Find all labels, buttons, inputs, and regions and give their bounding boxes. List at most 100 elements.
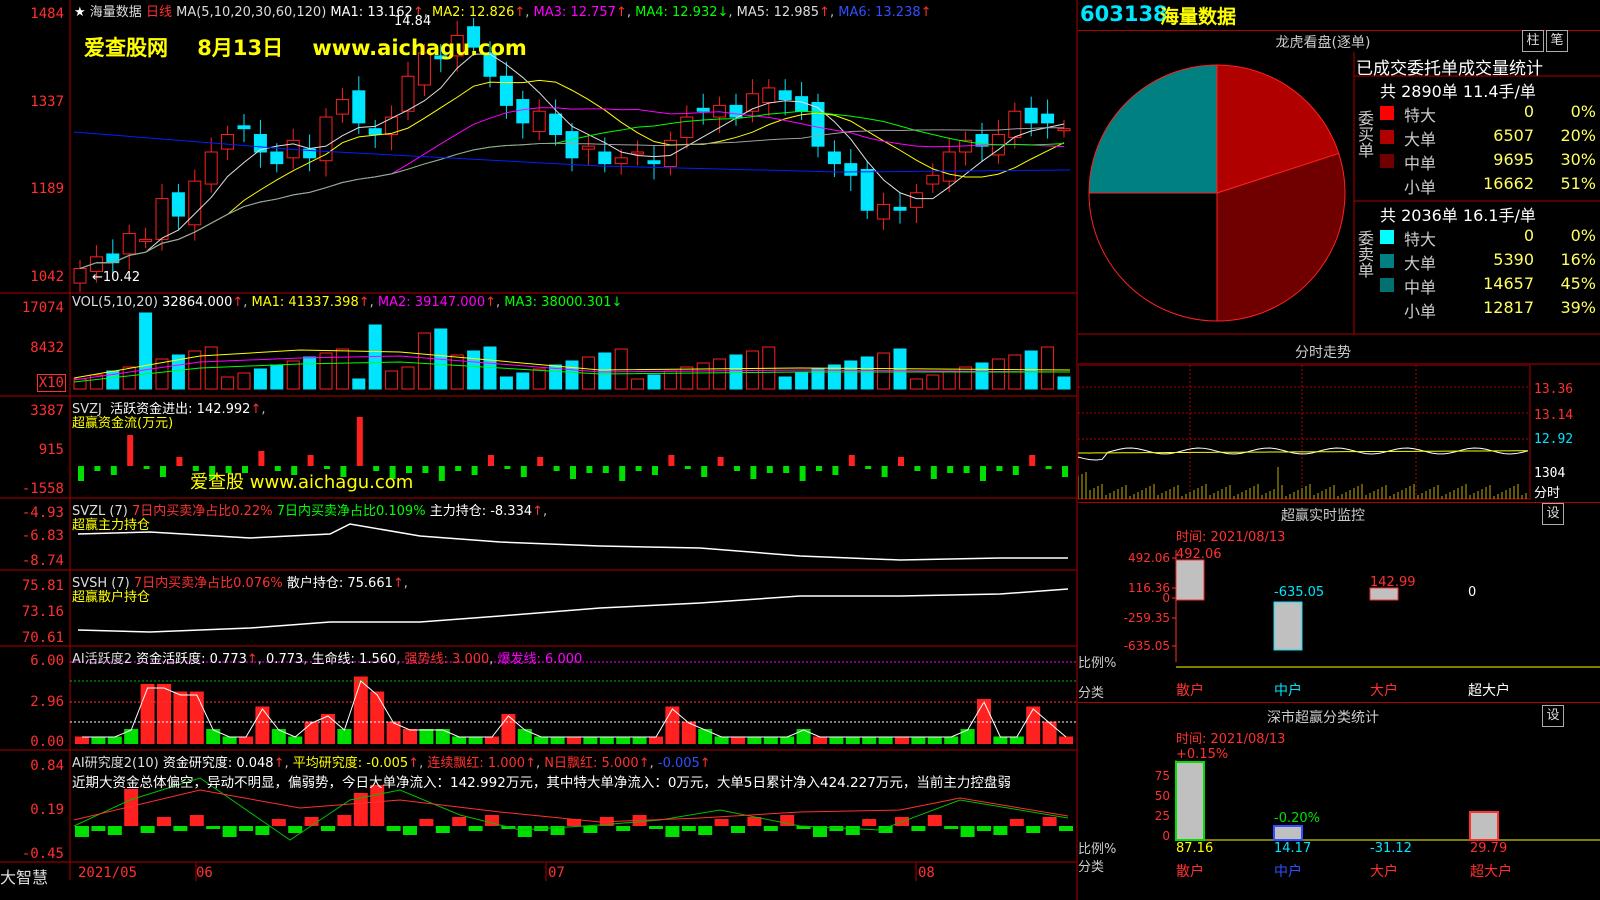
sz-bar xyxy=(1273,825,1303,841)
volume-bar xyxy=(959,366,973,390)
volume-bar xyxy=(942,370,956,390)
candle-body xyxy=(106,253,120,264)
y-tick: 0.00 xyxy=(30,734,64,750)
ai-research-avg: 平均研究度: -0.005 xyxy=(292,756,409,771)
tick-view-button[interactable]: 笔 xyxy=(1546,30,1568,52)
order-row: 特大 0 0% xyxy=(1380,102,1598,126)
ai-active-bar xyxy=(616,736,631,744)
bar-view-button[interactable]: 柱 xyxy=(1522,30,1544,52)
ai-research-bar xyxy=(386,826,401,831)
ai-active-bar xyxy=(288,736,303,744)
svzj-bar xyxy=(865,466,872,469)
svzj-bar xyxy=(78,466,84,481)
svzj-bar xyxy=(356,417,363,466)
order-pct: 16% xyxy=(1560,250,1596,269)
ai-research-bar xyxy=(1026,826,1041,833)
sz-settings-button[interactable]: 设 xyxy=(1542,705,1564,727)
ai-research-bar xyxy=(321,826,335,831)
sz-class: 超大户 xyxy=(1470,863,1512,880)
sz-y-tick: 75 xyxy=(1155,769,1170,783)
ai-active-bar xyxy=(1026,706,1041,744)
order-pct: 0% xyxy=(1570,226,1596,245)
svsh-ratio: 7日内买卖净占比0.076% xyxy=(133,576,283,591)
volume-bar xyxy=(532,368,546,390)
svzj-bar xyxy=(422,466,429,473)
vol-header: VOL(5,10,20) 32864.000↑, MA1: 41337.398↑… xyxy=(72,295,623,310)
candle-body xyxy=(795,96,809,112)
volume-bar xyxy=(647,374,661,390)
ai-research-bar xyxy=(960,826,975,837)
intraday-title: 分时走势 xyxy=(1295,345,1351,361)
svzj-bar xyxy=(94,466,101,471)
ma-label: MA(5,10,20,30,60,120) xyxy=(176,5,327,20)
order-count: 0 xyxy=(1523,226,1534,245)
monitor-chart: 492.06116.360-259.35-635.05492.06散户-635.… xyxy=(1124,547,1600,699)
volume-bar xyxy=(303,356,317,390)
svzj-bar xyxy=(898,457,904,466)
order-type: 特大 xyxy=(1404,106,1437,125)
candle-body xyxy=(122,233,136,255)
y-tick: 70.61 xyxy=(21,630,64,646)
svzj-bar xyxy=(143,466,150,469)
candle-body xyxy=(647,160,661,165)
ai-active-bar xyxy=(927,736,942,744)
candle-body xyxy=(73,268,87,284)
intraday-y-tick: 12.92 xyxy=(1534,432,1574,447)
y-tick: -0.45 xyxy=(21,846,64,862)
svzl-line xyxy=(77,523,1068,561)
ai-active-bar xyxy=(960,729,975,744)
sell-rows: 特大 0 0% 大单 5390 16% 中单 14657 45% 小单 12817 39% xyxy=(1380,226,1598,322)
svzl-holding: 主力持仓: -8.334 xyxy=(429,504,533,519)
ai-active-bar xyxy=(255,706,270,744)
ai-research-bar xyxy=(468,826,483,831)
candle-body xyxy=(778,90,792,101)
order-type: 中单 xyxy=(1404,154,1437,173)
candle-body xyxy=(581,145,595,150)
candle-body xyxy=(1008,110,1022,138)
candle-body xyxy=(680,116,694,138)
ai-active-bar xyxy=(829,736,844,744)
ai-active-bar xyxy=(813,736,827,744)
volume-bar xyxy=(631,378,645,390)
candle-body xyxy=(155,198,169,240)
volume-bar xyxy=(598,352,612,390)
sz-bar-value: 29.79 xyxy=(1470,841,1507,856)
intraday-y-tick: 13.36 xyxy=(1534,382,1574,397)
volume-bar xyxy=(286,360,300,390)
monitor-bar xyxy=(1273,601,1303,651)
stock-name: 海量数据 xyxy=(89,5,142,20)
order-pct: 20% xyxy=(1560,126,1596,145)
y-tick: -1558 xyxy=(21,481,64,497)
ma4-value: MA4: 12.932 xyxy=(635,5,718,20)
ai-research-bar xyxy=(91,826,106,831)
svzj-bar xyxy=(963,466,970,473)
monitor-class: 超大户 xyxy=(1468,682,1510,699)
ai-active-bar xyxy=(452,736,467,744)
ai-comment: 近期大资金总体偏空，异动不明显，偏弱势，今日大单净流入：142.992万元，其中… xyxy=(72,775,1011,791)
intraday-chart[interactable] xyxy=(1078,365,1600,501)
star-icon[interactable]: ★ xyxy=(74,5,86,20)
order-pct: 39% xyxy=(1560,298,1596,317)
svzj-bar xyxy=(1012,466,1019,475)
volume-bar xyxy=(516,372,530,390)
ai-active-bar xyxy=(517,729,532,744)
period-label[interactable]: 日线 xyxy=(146,5,172,20)
volume-bar xyxy=(565,360,579,390)
ai-active-bar xyxy=(239,736,253,744)
volume-bar xyxy=(926,374,940,390)
monitor-bar-value: 0 xyxy=(1468,585,1476,600)
svzj-bar xyxy=(668,455,675,466)
svzj-bar xyxy=(717,457,724,466)
ai-active-bar xyxy=(1059,736,1073,744)
candle-body xyxy=(499,75,513,106)
monitor-settings-button[interactable]: 设 xyxy=(1542,503,1564,525)
monitor-ratio-label: 比例% xyxy=(1078,656,1117,671)
svzj-bar xyxy=(684,466,691,469)
ai-n-day-red: N日飘红: 5.000 xyxy=(544,756,639,771)
candle-body xyxy=(909,192,923,208)
order-count: 12817 xyxy=(1483,298,1534,317)
ai-active-bar xyxy=(222,736,237,744)
vol-label: VOL(5,10,20) xyxy=(72,295,158,310)
svzj-bar xyxy=(520,466,527,477)
svzj-bar xyxy=(816,466,822,471)
